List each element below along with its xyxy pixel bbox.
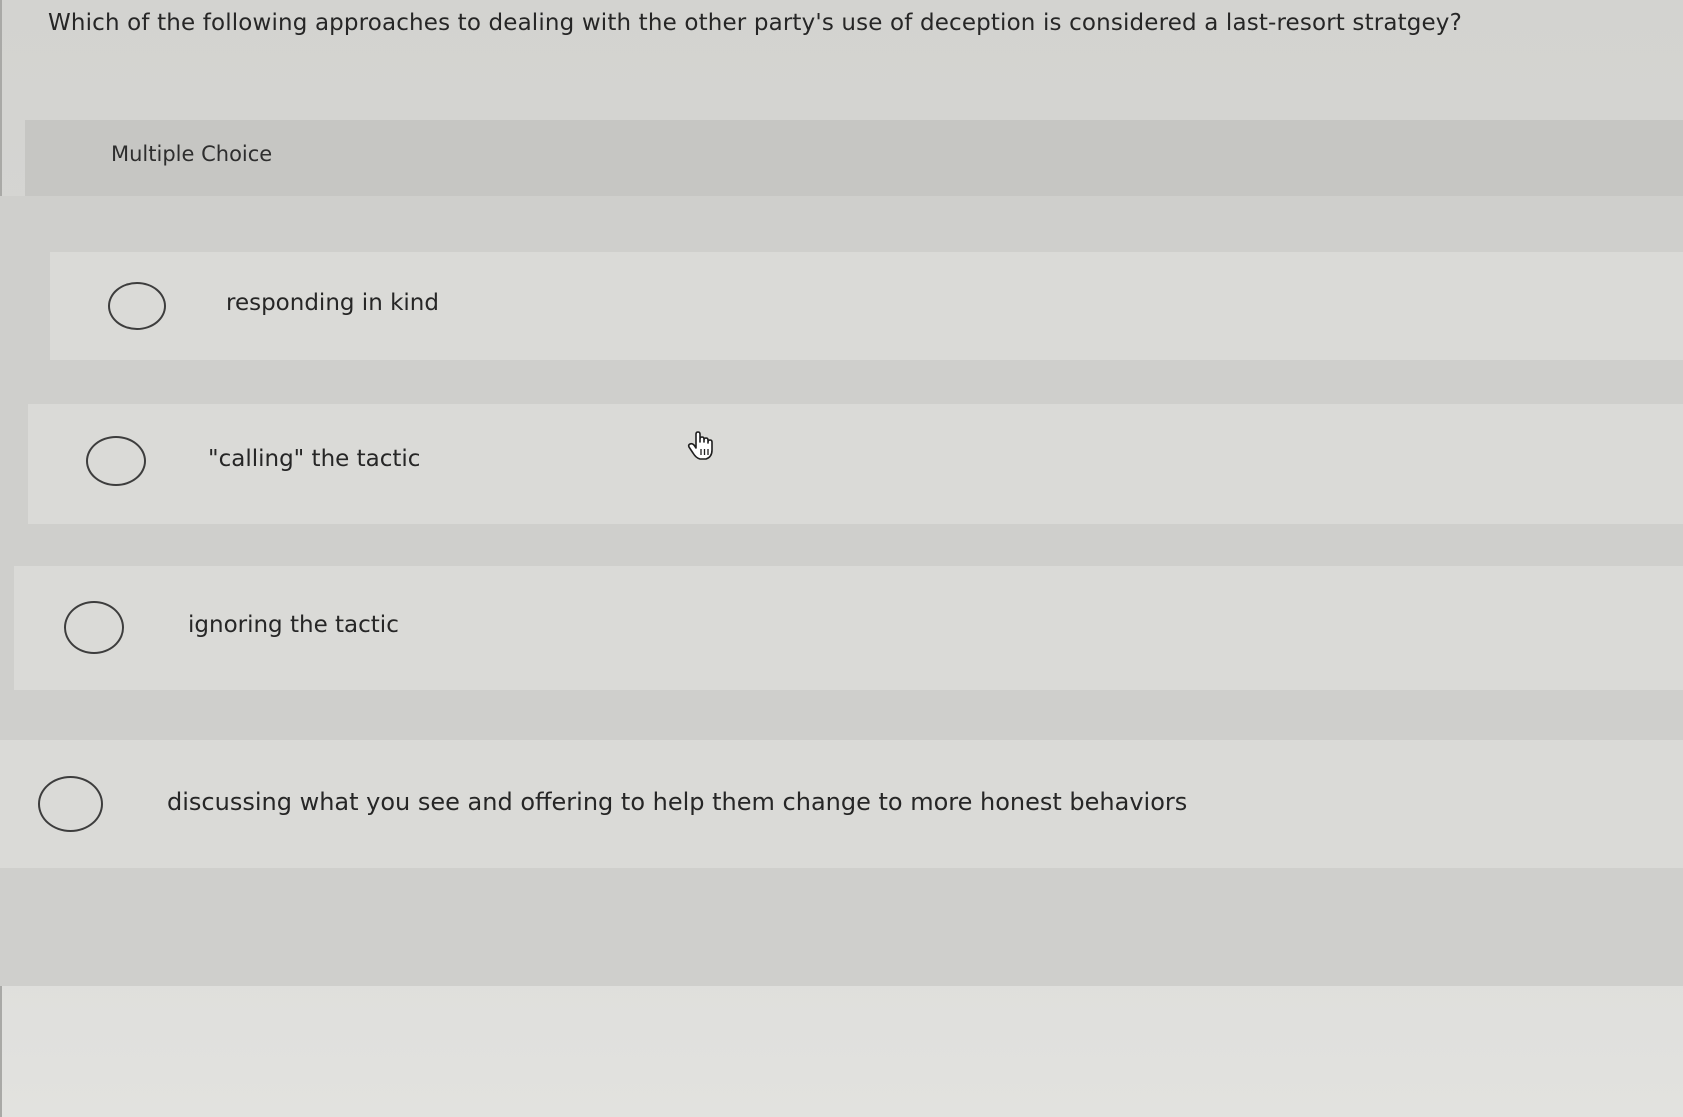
choice-option-4[interactable]: discussing what you see and offering to … (0, 740, 1683, 868)
question-text: Which of the following approaches to dea… (48, 10, 1462, 36)
radio-button-2[interactable] (86, 436, 146, 486)
choice-option-1[interactable]: responding in kind (50, 252, 1683, 360)
multiple-choice-label: Multiple Choice (111, 142, 273, 166)
choice-label-3[interactable]: ignoring the tactic (188, 612, 399, 638)
choice-option-3[interactable]: ignoring the tactic (14, 566, 1683, 690)
radio-button-4[interactable] (38, 776, 103, 832)
radio-button-1[interactable] (108, 282, 166, 330)
hand-pointer-icon (686, 430, 718, 462)
choice-label-1[interactable]: responding in kind (226, 290, 439, 316)
choice-option-2[interactable]: "calling" the tactic (28, 404, 1683, 524)
choice-label-2[interactable]: "calling" the tactic (208, 446, 420, 472)
radio-button-3[interactable] (64, 601, 124, 654)
choice-label-4[interactable]: discussing what you see and offering to … (167, 788, 1187, 816)
multiple-choice-header: Multiple Choice (25, 120, 1683, 196)
